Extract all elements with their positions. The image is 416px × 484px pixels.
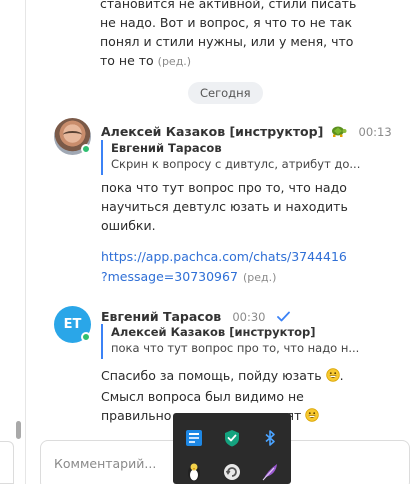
message-text-line: Спасибо за помощь, пойду юзать . xyxy=(101,366,396,387)
online-status-dot xyxy=(81,144,91,154)
message-header: Алексей Казаков [инструктор] 00:13 xyxy=(101,121,392,142)
message-text-line: Смысл вопроса был видимо не xyxy=(101,389,304,404)
edited-label: (ред.) xyxy=(243,271,277,284)
message-text-line: научиться девтулс юзать и находить xyxy=(101,199,348,214)
message-text-line: не надо. Вот и вопрос, я что то не так xyxy=(100,15,353,30)
reply-quote[interactable]: Алексей Казаков [инструктор] пока что ту… xyxy=(101,324,386,359)
grinning-face-icon xyxy=(305,408,319,427)
grinning-face-icon xyxy=(325,368,340,387)
message-body: пока что тут вопрос про то, что надо нау… xyxy=(101,178,391,235)
message-text: то не то xyxy=(100,53,154,68)
left-panel-edge xyxy=(0,0,26,484)
penguin-icon[interactable] xyxy=(183,461,205,483)
author-name[interactable]: Евгений Тарасов xyxy=(101,309,221,324)
message-text-line: то не то (ред.) xyxy=(100,51,390,71)
feather-icon[interactable] xyxy=(259,461,281,483)
message-link-block: https://app.pachca.com/chats/3744416 ?me… xyxy=(101,246,401,286)
system-tray-overflow xyxy=(173,413,291,484)
date-separator: Сегодня xyxy=(188,82,263,104)
left-panel-bottom-box xyxy=(0,441,14,484)
message-header: Евгений Тарасов 00:30 xyxy=(101,306,290,326)
left-panel-scrollbar[interactable] xyxy=(16,421,21,439)
message-text: Спасибо за помощь, пойду юзать xyxy=(101,368,322,383)
message-link[interactable]: ?message=30730967 xyxy=(101,269,238,284)
quote-text: пока что тут вопрос про то, что надо н..… xyxy=(111,341,360,355)
quote-author: Евгений Тарасов xyxy=(111,141,222,155)
shield-check-icon[interactable] xyxy=(221,427,243,449)
message-text-line: становится не активной, стили писать xyxy=(100,0,357,11)
quote-text: Скрин к вопросу с дивтулс, атрибут до... xyxy=(111,157,361,171)
message-time: 00:13 xyxy=(358,125,392,139)
quote-author: Алексей Казаков [инструктор] xyxy=(111,325,316,339)
refresh-icon[interactable] xyxy=(221,461,243,483)
message-text-line: пока что тут вопрос про то, что надо xyxy=(101,180,347,195)
author-name[interactable]: Алексей Казаков [инструктор] xyxy=(101,124,323,139)
edited-label: (ред.) xyxy=(157,55,192,68)
message-text-line: понял и стили нужны, или у меня, что xyxy=(100,34,354,49)
message-text-line: ошибки. xyxy=(101,218,156,233)
previous-message: становится не активной, стили писать не … xyxy=(100,0,390,71)
reply-quote[interactable]: Евгений Тарасов Скрин к вопросу с дивтул… xyxy=(101,140,386,175)
app-icon[interactable] xyxy=(183,427,205,449)
chat-feed: становится не активной, стили писать не … xyxy=(26,0,416,484)
bluetooth-icon[interactable] xyxy=(259,427,281,449)
message-link[interactable]: https://app.pachca.com/chats/3744416 xyxy=(101,249,347,264)
online-status-dot xyxy=(81,332,91,342)
message-time: 00:30 xyxy=(232,310,266,324)
